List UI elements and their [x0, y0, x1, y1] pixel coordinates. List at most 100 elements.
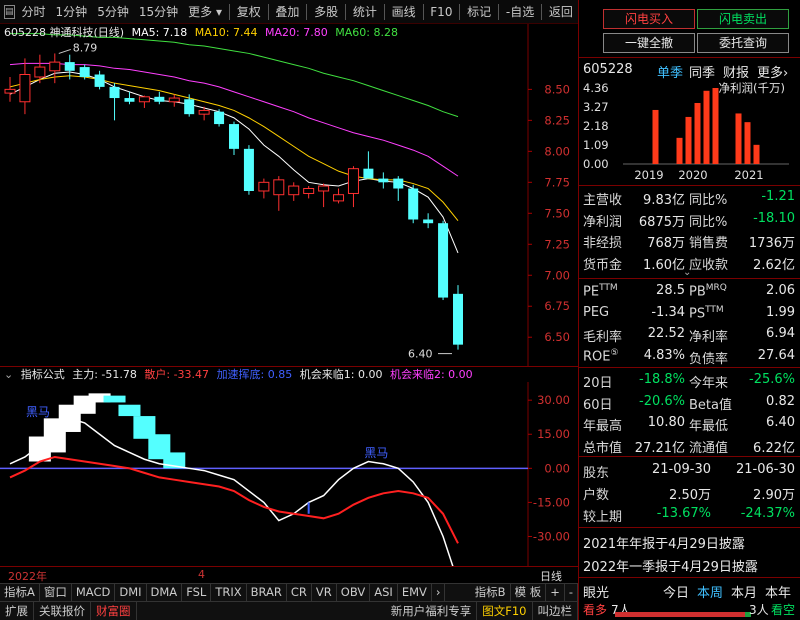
statistics-button[interactable]: 统计: [348, 1, 382, 23]
ma60-label: MA60: 8.28: [335, 26, 398, 39]
valuation-row: ROE⑤ 4.83% 负债率 27.64: [579, 346, 800, 367]
fin-row: 货币金 1.60亿 应收款 2.62亿: [579, 252, 800, 273]
extension-tab-0[interactable]: 扩展: [0, 602, 34, 620]
vision-tab-week[interactable]: 本周: [697, 582, 723, 601]
indicator-tab-0[interactable]: 指标A: [0, 584, 40, 601]
indicator-tab-6[interactable]: TRIX: [211, 584, 247, 601]
indicator-title[interactable]: 指标公式: [21, 368, 65, 381]
tab-more[interactable]: 更多 ▾: [183, 1, 227, 23]
quarter-report-notice: 2022年一季报于4月29日披露: [583, 560, 758, 575]
indicator-tab-right-1[interactable]: 模 板: [511, 584, 547, 601]
period-label[interactable]: 日线: [540, 568, 562, 584]
candlestick: [303, 186, 315, 199]
ma20-line: [9, 62, 459, 177]
kline-chart[interactable]: 8.50 8.25 8.00 7.75 7.50 7.25 7.00 6.75 6.50 8.79…: [0, 24, 578, 366]
holder-value2: 2.90万: [753, 488, 795, 503]
flash-buy-button[interactable]: 闪电买入: [603, 9, 695, 29]
valuation-row: 毛利率 22.52 净利率 6.94: [579, 324, 800, 345]
vision-label: 眼光: [583, 586, 610, 601]
tab-intraday[interactable]: 分时: [17, 1, 51, 23]
vision-tab-year[interactable]: 本年: [765, 582, 791, 601]
candlestick: [347, 166, 359, 208]
valuation-value: 4.83%: [643, 347, 685, 363]
ma10-label: MA10: 7.44: [194, 26, 258, 39]
subtab-report[interactable]: 财报: [723, 62, 749, 81]
fin-value: 1.60亿: [643, 257, 685, 273]
black-horse-label: 黑马: [364, 446, 388, 460]
tabs-scroll-right-icon[interactable]: ›: [432, 584, 446, 601]
back-button[interactable]: 返回: [544, 1, 578, 23]
subtab-quarter[interactable]: 单季: [657, 62, 683, 81]
cyan-block: [103, 395, 126, 403]
high-pointer: [58, 48, 71, 54]
extension-tab-right-2[interactable]: 叫边栏: [533, 602, 578, 620]
indicator-tab-3[interactable]: DMI: [115, 584, 147, 601]
tab-5min[interactable]: 5分钟: [92, 1, 134, 23]
indicator-tick-label: 0.00: [544, 461, 570, 475]
flash-sell-button[interactable]: 闪电卖出: [697, 9, 789, 29]
collapse-icon[interactable]: ⌄: [4, 368, 13, 381]
candle-body-down: [109, 86, 120, 99]
order-query-button[interactable]: 委托查询: [697, 33, 789, 53]
indicator-tab-7[interactable]: BRAR: [247, 584, 287, 601]
net-profit-bar: [694, 102, 701, 164]
extension-tab-right-0[interactable]: 新用户福利专享: [386, 602, 478, 620]
subtab-same-quarter[interactable]: 同季: [689, 62, 715, 81]
fin-label: 主营收: [583, 193, 623, 208]
watchlist-remove-button[interactable]: -自选: [501, 1, 539, 23]
indicator-tab-9[interactable]: VR: [312, 584, 337, 601]
vision-tab-today[interactable]: 今日: [663, 582, 689, 601]
cyan-block: [118, 404, 141, 417]
indicator-tab-2[interactable]: MACD: [72, 584, 116, 601]
cancel-all-button[interactable]: 一键全撤: [603, 33, 695, 53]
mark-button[interactable]: 标记: [462, 1, 496, 23]
candle-body-up: [303, 188, 315, 194]
indicator-tab-4[interactable]: DMA: [147, 584, 183, 601]
candlestick: [393, 176, 404, 201]
extension-tab-1[interactable]: 关联报价: [34, 602, 91, 620]
subtab-more[interactable]: 更多›: [757, 62, 788, 81]
indicator-retail: 散户: -33.47: [144, 368, 210, 381]
indicator-tab-right-0[interactable]: 指标B: [471, 584, 511, 601]
f10-button[interactable]: F10: [425, 1, 457, 23]
valuation-label: PETTM: [583, 283, 618, 300]
restore-rights-button[interactable]: 复权: [232, 1, 266, 23]
valuation-label: 毛利率: [583, 330, 623, 345]
candlestick: [154, 91, 165, 105]
overlay-button[interactable]: 叠加: [270, 1, 304, 23]
performance-value: -18.8%: [639, 372, 685, 387]
indicator-tab-1[interactable]: 窗口: [40, 584, 72, 601]
candle-body-up: [198, 109, 210, 115]
candle-body-down: [243, 148, 254, 191]
candle-body-up: [318, 185, 330, 192]
bar-tick-label: 4.36: [583, 81, 609, 95]
net-profit-bar: [753, 144, 760, 164]
candlestick: [214, 109, 225, 127]
candle-body-down: [363, 168, 374, 179]
indicator-tab-10[interactable]: OBV: [337, 584, 371, 601]
vision-tab-month[interactable]: 本月: [731, 582, 757, 601]
multi-stock-button[interactable]: 多股: [309, 1, 343, 23]
indicator-tab-5[interactable]: FSL: [182, 584, 212, 601]
holder-value: 2.50万: [669, 488, 711, 503]
tab-1min[interactable]: 1分钟: [51, 1, 93, 23]
indicator-tab-11[interactable]: ASI: [370, 584, 398, 601]
indicator-tab-8[interactable]: CR: [287, 584, 312, 601]
fin-label: 非经损: [583, 236, 623, 251]
indicator-tab-12[interactable]: EMV: [398, 584, 432, 601]
candle-body-down: [94, 74, 105, 87]
extension-tabs: 扩展 关联报价 财富圈 新用户福利专享 图文F10 叫边栏: [0, 601, 578, 620]
superscript: TTM: [599, 283, 618, 293]
extension-tab-2[interactable]: 财富圈: [91, 602, 137, 620]
extension-tab-right-1[interactable]: 图文F10: [477, 602, 533, 620]
fin-row: 非经损 768万 销售费 1736万: [579, 230, 800, 251]
indicator-chart[interactable]: 30.0015.000.00-15.00-30.00黑马黑马: [0, 382, 578, 566]
indicator-tab-right-2[interactable]: +: [546, 584, 565, 601]
holder-value2: -24.37%: [740, 506, 795, 521]
menu-icon[interactable]: ▤: [4, 4, 15, 19]
indicator-tab-right-3[interactable]: -: [565, 584, 578, 601]
tab-15min[interactable]: 15分钟: [134, 1, 183, 23]
draw-line-button[interactable]: 画线: [387, 1, 421, 23]
performance-row: 60日 -20.6% Beta值 0.82: [579, 392, 800, 413]
fin-value: 768万: [647, 236, 685, 251]
